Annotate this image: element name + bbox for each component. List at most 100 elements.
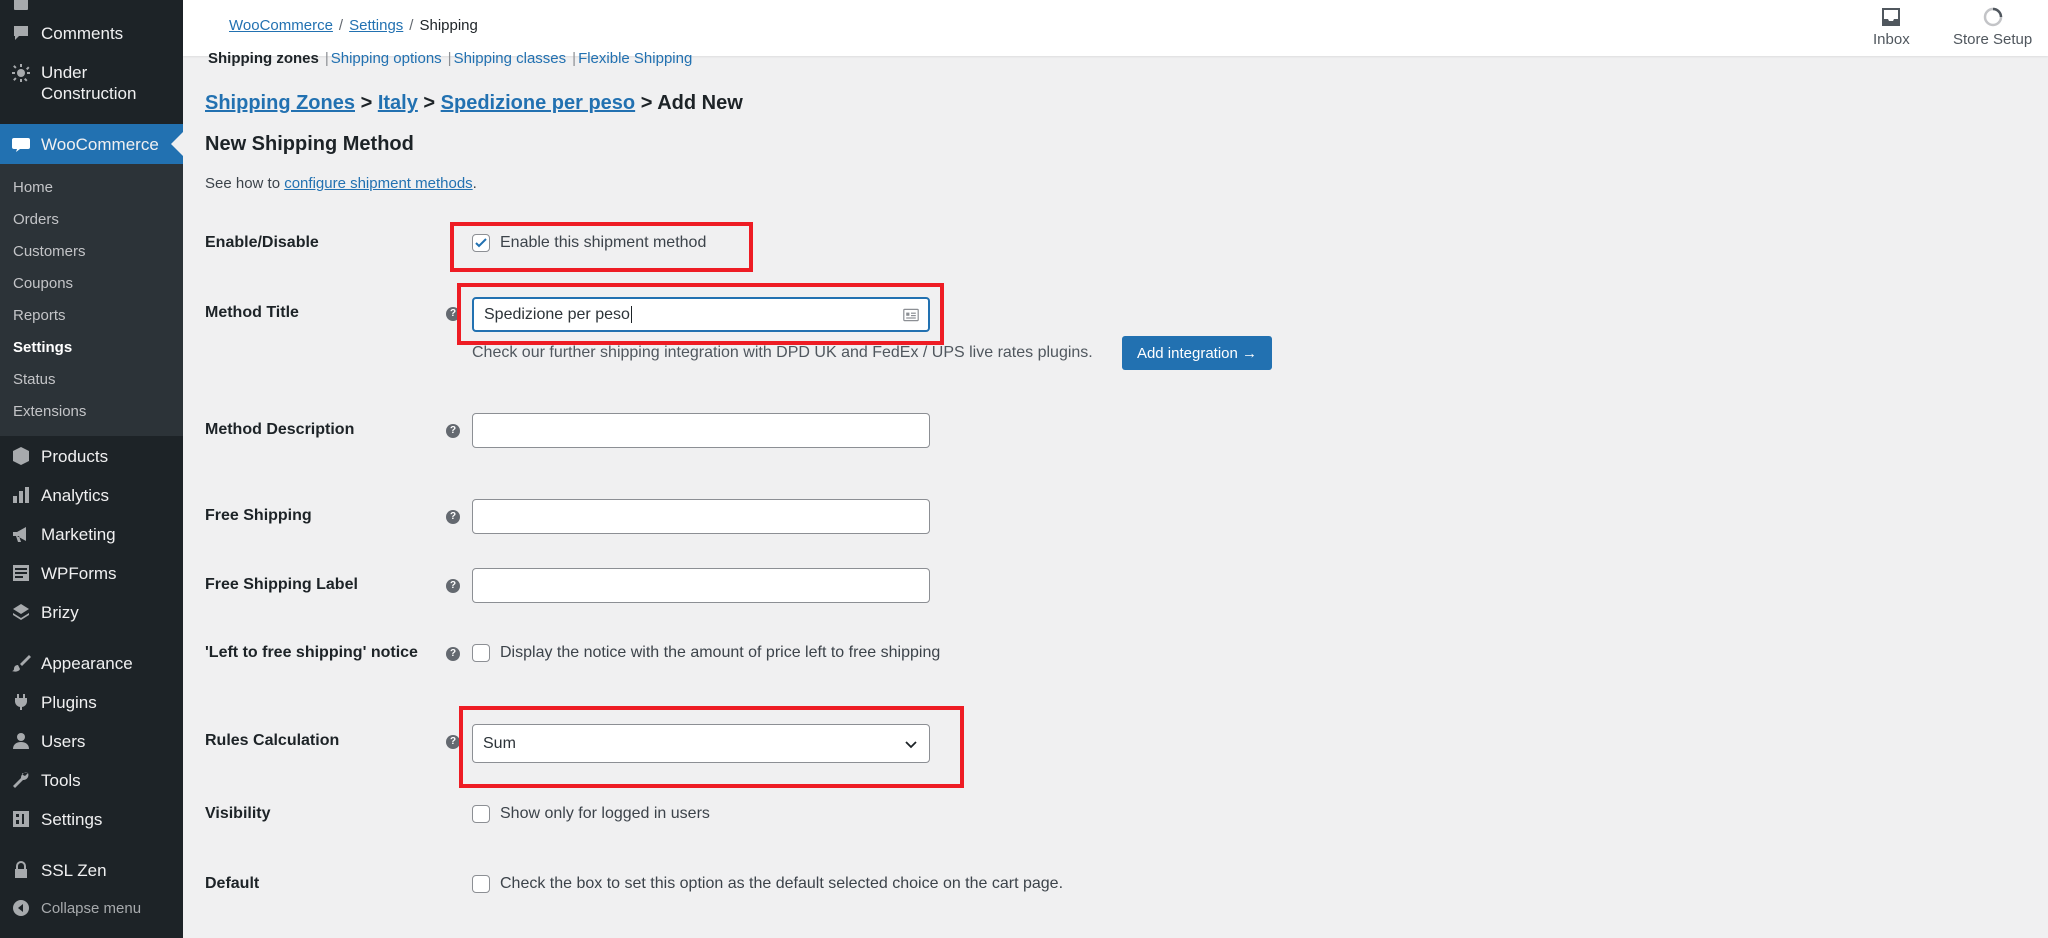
- breadcrumb-woocommerce-link[interactable]: WooCommerce: [229, 17, 333, 34]
- method-description-input[interactable]: [472, 413, 930, 448]
- method-description-label: Method Description: [205, 421, 355, 438]
- submenu-orders[interactable]: Orders: [13, 211, 59, 229]
- progress-ring-icon: [1983, 7, 2002, 27]
- breadcrumb-separator: /: [338, 17, 344, 34]
- collapse-menu-button[interactable]: Collapse menu: [0, 897, 183, 919]
- sidebar-item-analytics[interactable]: Analytics: [0, 484, 183, 506]
- inbox-label: Inbox: [1873, 31, 1910, 48]
- lock-icon: [11, 860, 31, 880]
- visibility-row: Show only for logged in users: [472, 805, 710, 823]
- free-shipping-label-label: Free Shipping Label: [205, 576, 358, 593]
- default-checkbox[interactable]: [472, 875, 490, 893]
- sidebar-item-label: Plugins: [41, 692, 97, 712]
- left-to-free-shipping-label: 'Left to free shipping' notice: [205, 644, 418, 661]
- left-notice-checkbox[interactable]: [472, 644, 490, 662]
- submenu-extensions[interactable]: Extensions: [13, 403, 86, 421]
- sidebar-item-wpforms[interactable]: WPForms: [0, 562, 183, 584]
- sidebar-item-ssl-zen[interactable]: SSL Zen: [0, 859, 183, 881]
- sidebar-item-label: Appearance: [41, 653, 133, 673]
- shipping-subnav: Shipping zones | Shipping options | Shipping…: [208, 50, 693, 67]
- sidebar-item-users[interactable]: Users: [0, 730, 183, 752]
- sidebar-item-label: Brizy: [41, 602, 79, 622]
- visibility-checkbox-label: Show only for logged in users: [500, 805, 710, 822]
- page-icon: [11, 0, 31, 12]
- megaphone-icon: [11, 524, 31, 544]
- free-shipping-label: Free Shipping: [205, 507, 312, 524]
- sidebar-item-label: Analytics: [41, 485, 110, 505]
- sidebar-item-pages[interactable]: [0, 0, 183, 12]
- sidebar-item-appearance[interactable]: Appearance: [0, 652, 183, 674]
- submenu-status[interactable]: Status: [13, 371, 56, 389]
- configure-shipment-methods-link[interactable]: configure shipment methods: [284, 175, 472, 192]
- sidebar-item-products[interactable]: Products: [0, 445, 183, 467]
- chart-icon: [11, 485, 31, 505]
- sidebar-item-label: Products: [41, 446, 109, 466]
- submenu-coupons[interactable]: Coupons: [13, 275, 73, 293]
- help-icon[interactable]: ?: [446, 647, 460, 661]
- help-icon[interactable]: ?: [446, 735, 460, 749]
- sidebar-item-label: Users: [41, 731, 86, 751]
- plug-icon: [11, 692, 31, 712]
- store-setup-button[interactable]: Store Setup: [1953, 5, 2032, 48]
- submenu-settings[interactable]: Settings: [13, 339, 72, 357]
- free-shipping-input[interactable]: [472, 499, 930, 534]
- sidebar-item-label: WooCommerce: [41, 134, 159, 154]
- current-menu-arrow: [171, 132, 183, 156]
- rules-calculation-label: Rules Calculation: [205, 732, 340, 749]
- collapse-icon: [11, 898, 31, 918]
- sidebar-item-label: Tools: [41, 770, 81, 790]
- submenu-customers[interactable]: Customers: [13, 243, 86, 261]
- comment-icon: [11, 23, 31, 43]
- sidebar-item-plugins[interactable]: Plugins: [0, 691, 183, 713]
- breadcrumb-settings-link[interactable]: Settings: [349, 17, 403, 34]
- sidebar-item-tools[interactable]: Tools: [0, 769, 183, 791]
- help-icon[interactable]: ?: [446, 579, 460, 593]
- collapse-menu-label: Collapse menu: [41, 899, 142, 917]
- page-title: New Shipping Method: [205, 133, 414, 155]
- wrench-icon: [11, 770, 31, 790]
- sidebar-item-under-construction[interactable]: Under Construction: [0, 62, 183, 104]
- sidebar-item-woocommerce[interactable]: WooCommerce: [0, 124, 183, 164]
- sidebar-item-label: Comments: [41, 23, 124, 43]
- inbox-button[interactable]: Inbox: [1873, 5, 1910, 48]
- top-header-bar: WooCommerce / Settings / Shipping Inbox Stor…: [183, 0, 2048, 56]
- help-icon[interactable]: ?: [446, 510, 460, 524]
- breadcrumb-separator: /: [409, 17, 414, 34]
- sidebar-item-label: Marketing: [41, 524, 116, 544]
- woocommerce-submenu: Home Orders Customers Coupons Reports Se…: [0, 164, 183, 436]
- subnav-shipping-zones[interactable]: Shipping zones: [208, 50, 319, 67]
- page-heading-breadcrumb: Shipping Zones > Italy > Spedizione per …: [205, 92, 743, 114]
- submenu-home[interactable]: Home: [13, 179, 53, 197]
- sidebar-item-label: Settings: [41, 809, 103, 829]
- highlight-box: [450, 222, 753, 272]
- heading-link-shipping-zones[interactable]: Shipping Zones: [205, 92, 355, 114]
- heading-link-method[interactable]: Spedizione per peso: [441, 92, 635, 114]
- layers-icon: [11, 602, 31, 622]
- gear-icon: [11, 63, 31, 83]
- subnav-shipping-classes[interactable]: Shipping classes: [454, 50, 567, 67]
- add-integration-button[interactable]: Add integration →: [1122, 336, 1272, 370]
- help-icon[interactable]: ?: [446, 424, 460, 438]
- sidebar-item-marketing[interactable]: Marketing: [0, 523, 183, 545]
- sidebar-item-comments[interactable]: Comments: [0, 22, 183, 44]
- sidebar-item-settings[interactable]: Settings: [0, 808, 183, 830]
- integration-hint: Check our further shipping integration w…: [472, 344, 1093, 361]
- default-label: Default: [205, 875, 260, 892]
- intro-text: See how to configure shipment methods.: [205, 175, 477, 192]
- visibility-checkbox[interactable]: [472, 805, 490, 823]
- submenu-reports[interactable]: Reports: [13, 307, 66, 325]
- enable-disable-label: Enable/Disable: [205, 234, 319, 251]
- sidebar-item-label: WPForms: [41, 563, 117, 583]
- store-setup-label: Store Setup: [1953, 31, 2033, 48]
- visibility-label: Visibility: [205, 805, 271, 822]
- admin-sidebar: Comments Under Construction WooCommerce …: [0, 0, 183, 938]
- left-notice-checkbox-label: Display the notice with the amount of pr…: [500, 644, 941, 661]
- inbox-icon: [1882, 8, 1901, 26]
- free-shipping-label-input[interactable]: [472, 568, 930, 603]
- breadcrumb: WooCommerce / Settings / Shipping: [229, 17, 478, 34]
- sidebar-item-brizy[interactable]: Brizy: [0, 601, 183, 623]
- heading-link-italy[interactable]: Italy: [378, 92, 418, 114]
- method-title-label: Method Title: [205, 304, 299, 321]
- subnav-shipping-options[interactable]: Shipping options: [331, 50, 442, 67]
- subnav-flexible-shipping[interactable]: Flexible Shipping: [578, 50, 692, 67]
